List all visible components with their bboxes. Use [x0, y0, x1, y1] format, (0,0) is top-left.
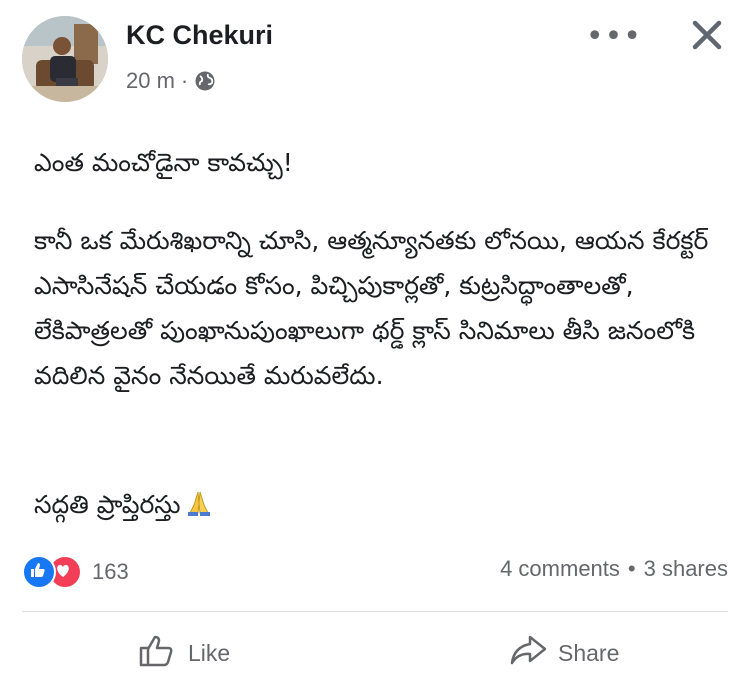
reactions-summary[interactable]: 163 [22, 555, 129, 589]
post-paragraph: ఎంత మంచోడైనా కావచ్చు! [34, 148, 293, 177]
engagement-stats: 4 comments • 3 shares [500, 556, 728, 582]
post-paragraph: కానీ ఒక మేరుశిఖరాన్ని చూసి, ఆత్మన్యూనతకు… [34, 226, 709, 390]
post-closing-line: సద్గతి ప్రాప్తిరస్తు [34, 482, 213, 527]
like-label: Like [188, 639, 231, 666]
comments-count[interactable]: 4 comments [500, 556, 620, 582]
share-label: Share [558, 639, 620, 666]
divider [22, 611, 728, 612]
post-meta: 20 m · [126, 68, 216, 94]
globe-icon [194, 70, 216, 92]
stats-dot: • [627, 556, 636, 581]
share-arrow-icon [508, 632, 548, 674]
share-button[interactable]: Share [508, 632, 619, 674]
reaction-count: 163 [92, 559, 129, 584]
meta-separator: · [180, 68, 189, 93]
shares-count[interactable]: 3 shares [644, 556, 728, 582]
post-time[interactable]: 20 m [126, 68, 175, 94]
like-button[interactable]: Like [138, 632, 230, 674]
thumbs-up-icon [138, 632, 178, 674]
close-icon[interactable] [690, 18, 724, 52]
avatar[interactable] [22, 16, 108, 102]
folded-hands-emoji [185, 486, 213, 516]
author-name[interactable]: KC Chekuri [126, 20, 273, 51]
post-header: KC Chekuri 20 m · ••• [22, 16, 730, 106]
post-paragraph: సద్గతి ప్రాప్తిరస్తు [34, 490, 181, 519]
action-bar: Like Share [0, 632, 750, 680]
more-options-icon[interactable]: ••• [586, 22, 642, 52]
like-reaction-icon [22, 555, 56, 589]
